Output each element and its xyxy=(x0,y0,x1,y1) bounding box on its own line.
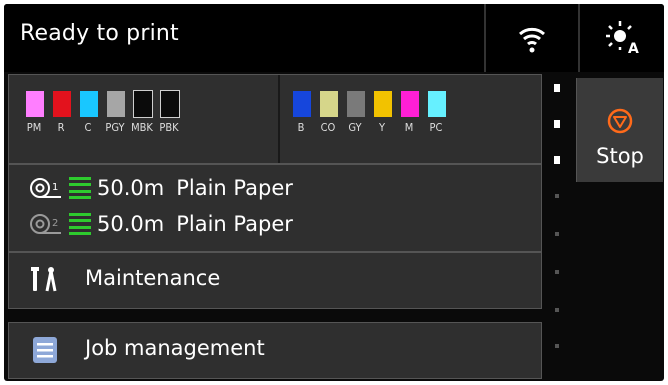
roll-paper-icon: 1 xyxy=(30,178,61,198)
ink-cartridge-mbk: MBK xyxy=(129,90,155,151)
ink-level-panel[interactable]: PM R C PGY MBK PBK B CO GY Y M PC xyxy=(8,74,542,164)
ink-color-swatch xyxy=(107,91,125,117)
ink-color-swatch xyxy=(133,90,153,118)
divider xyxy=(278,75,280,163)
maintenance-button[interactable]: Maintenance xyxy=(8,252,542,309)
quiet-mode-icon: A xyxy=(606,21,639,57)
ink-cartridge-pm: PM xyxy=(21,91,47,151)
ink-label: PM xyxy=(26,121,42,134)
wifi-icon xyxy=(519,27,545,53)
scroll-dot xyxy=(555,308,559,312)
scroll-position-marker xyxy=(554,156,560,164)
ink-label: C xyxy=(84,121,92,134)
roll-1-row: 1 50.0m Plain Paper xyxy=(29,173,293,203)
printer-status-text: Ready to print xyxy=(20,21,179,46)
roll-number: 1 xyxy=(52,182,58,193)
ink-color-swatch xyxy=(374,91,392,117)
ink-label: B xyxy=(297,121,305,134)
ink-group-left: PM R C PGY MBK PBK xyxy=(21,90,183,151)
ink-color-swatch xyxy=(26,91,44,117)
ink-cartridge-co: CO xyxy=(315,91,341,151)
stop-label: Stop xyxy=(596,144,644,168)
scroll-dot xyxy=(555,194,559,198)
ink-label: PBK xyxy=(159,121,179,134)
ink-cartridge-gy: GY xyxy=(342,91,368,151)
ink-color-swatch xyxy=(293,91,311,117)
job-list-icon xyxy=(33,337,57,363)
ink-color-swatch xyxy=(428,91,446,117)
printer-touch-screen: Ready to print A PM R C PGY MBK PBK B CO… xyxy=(4,4,664,381)
quiet-mode-button[interactable]: A xyxy=(580,4,664,72)
ink-cartridge-pc: PC xyxy=(423,91,449,151)
ink-cartridge-b: B xyxy=(288,91,314,151)
ink-color-swatch xyxy=(401,91,419,117)
job-management-button[interactable]: Job management xyxy=(8,322,542,379)
ink-cartridge-pgy: PGY xyxy=(102,91,128,151)
stop-button[interactable]: Stop xyxy=(576,78,663,182)
scroll-position-marker xyxy=(554,84,560,92)
ink-color-swatch xyxy=(80,91,98,117)
roll-length: 50.0m xyxy=(97,176,165,200)
scroll-position-marker xyxy=(554,120,560,128)
ink-group-right: B CO GY Y M PC xyxy=(288,91,450,151)
roll-length: 50.0m xyxy=(97,212,165,236)
paper-type: Plain Paper xyxy=(176,176,293,200)
paper-info-panel[interactable]: 1 50.0m Plain Paper 2 50.0m Plain Paper xyxy=(8,164,542,252)
status-bar: Ready to print A xyxy=(4,4,664,72)
ink-label: PC xyxy=(429,121,443,134)
ink-label: CO xyxy=(320,121,336,134)
ink-cartridge-r: R xyxy=(48,91,74,151)
ink-label: R xyxy=(57,121,65,134)
roll-paper-icon: 2 xyxy=(30,214,61,234)
wifi-button[interactable] xyxy=(486,4,578,72)
ink-label: M xyxy=(404,121,414,134)
ink-color-swatch xyxy=(160,90,180,118)
maintenance-tools-icon xyxy=(31,267,57,292)
maintenance-label: Maintenance xyxy=(85,266,221,290)
remaining-amount-bars xyxy=(69,177,91,199)
ink-label: PGY xyxy=(105,121,125,134)
svg-text:A: A xyxy=(628,41,639,57)
ink-color-swatch xyxy=(53,91,71,117)
remaining-amount-bars xyxy=(69,213,91,235)
ink-label: GY xyxy=(348,121,362,134)
ink-cartridge-c: C xyxy=(75,91,101,151)
ink-color-swatch xyxy=(320,91,338,117)
roll-number: 2 xyxy=(52,218,58,229)
paper-type: Plain Paper xyxy=(176,212,293,236)
scroll-dot xyxy=(555,344,559,348)
ink-color-swatch xyxy=(347,91,365,117)
ink-cartridge-m: M xyxy=(396,91,422,151)
job-management-label: Job management xyxy=(85,336,265,360)
stop-icon xyxy=(607,108,633,134)
ink-cartridge-y: Y xyxy=(369,91,395,151)
scroll-dot xyxy=(555,270,559,274)
ink-label: Y xyxy=(378,121,386,134)
ink-label: MBK xyxy=(131,121,153,134)
roll-2-row: 2 50.0m Plain Paper xyxy=(29,209,293,239)
scroll-dot xyxy=(555,232,559,236)
ink-cartridge-pbk: PBK xyxy=(156,90,182,151)
